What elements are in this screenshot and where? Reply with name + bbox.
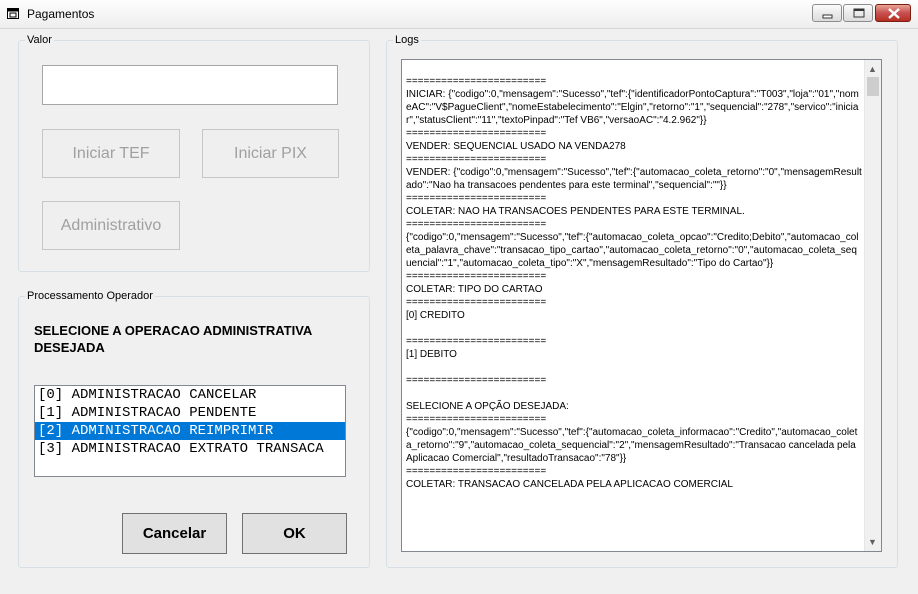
operation-listbox[interactable]: [0] ADMINISTRACAO CANCELAR [1] ADMINISTR… — [34, 385, 346, 477]
processamento-legend: Processamento Operador — [27, 290, 153, 302]
iniciar-tef-button[interactable]: Iniciar TEF — [42, 129, 180, 178]
maximize-button[interactable] — [843, 4, 873, 22]
list-item-selected[interactable]: [2] ADMINISTRACAO REIMPRIMIR — [35, 422, 345, 440]
iniciar-pix-button[interactable]: Iniciar PIX — [202, 129, 339, 178]
minimize-button[interactable] — [812, 4, 842, 22]
cancel-button[interactable]: Cancelar — [122, 513, 227, 554]
window-title: Pagamentos — [27, 7, 95, 21]
close-icon — [888, 8, 900, 19]
maximize-icon — [853, 8, 865, 18]
list-item[interactable]: [1] ADMINISTRACAO PENDENTE — [35, 404, 345, 422]
app-icon — [7, 8, 19, 19]
logs-scrollbar[interactable]: ▲ ▼ — [864, 60, 881, 551]
chevron-down-icon[interactable]: ▼ — [868, 537, 877, 547]
close-button[interactable] — [875, 4, 911, 22]
operation-prompt: SELECIONE A OPERACAO ADMINISTRATIVA DESE… — [34, 323, 312, 355]
list-item[interactable]: [0] ADMINISTRACAO CANCELAR — [35, 386, 345, 404]
chevron-up-icon[interactable]: ▲ — [868, 64, 877, 74]
list-item[interactable]: [3] ADMINISTRACAO EXTRATO TRANSACA — [35, 440, 345, 458]
logs-content: ======================== INICIAR: {"codi… — [406, 76, 862, 490]
minimize-icon — [822, 14, 833, 19]
ok-button[interactable]: OK — [242, 513, 347, 554]
logs-textarea[interactable]: ======================== INICIAR: {"codi… — [401, 59, 882, 552]
valor-legend: Valor — [27, 34, 52, 46]
logs-legend: Logs — [395, 34, 419, 46]
valor-input[interactable] — [42, 65, 338, 105]
scroll-thumb[interactable] — [867, 77, 879, 96]
title-bar: Pagamentos — [0, 0, 918, 29]
administrativo-button[interactable]: Administrativo — [42, 201, 180, 250]
